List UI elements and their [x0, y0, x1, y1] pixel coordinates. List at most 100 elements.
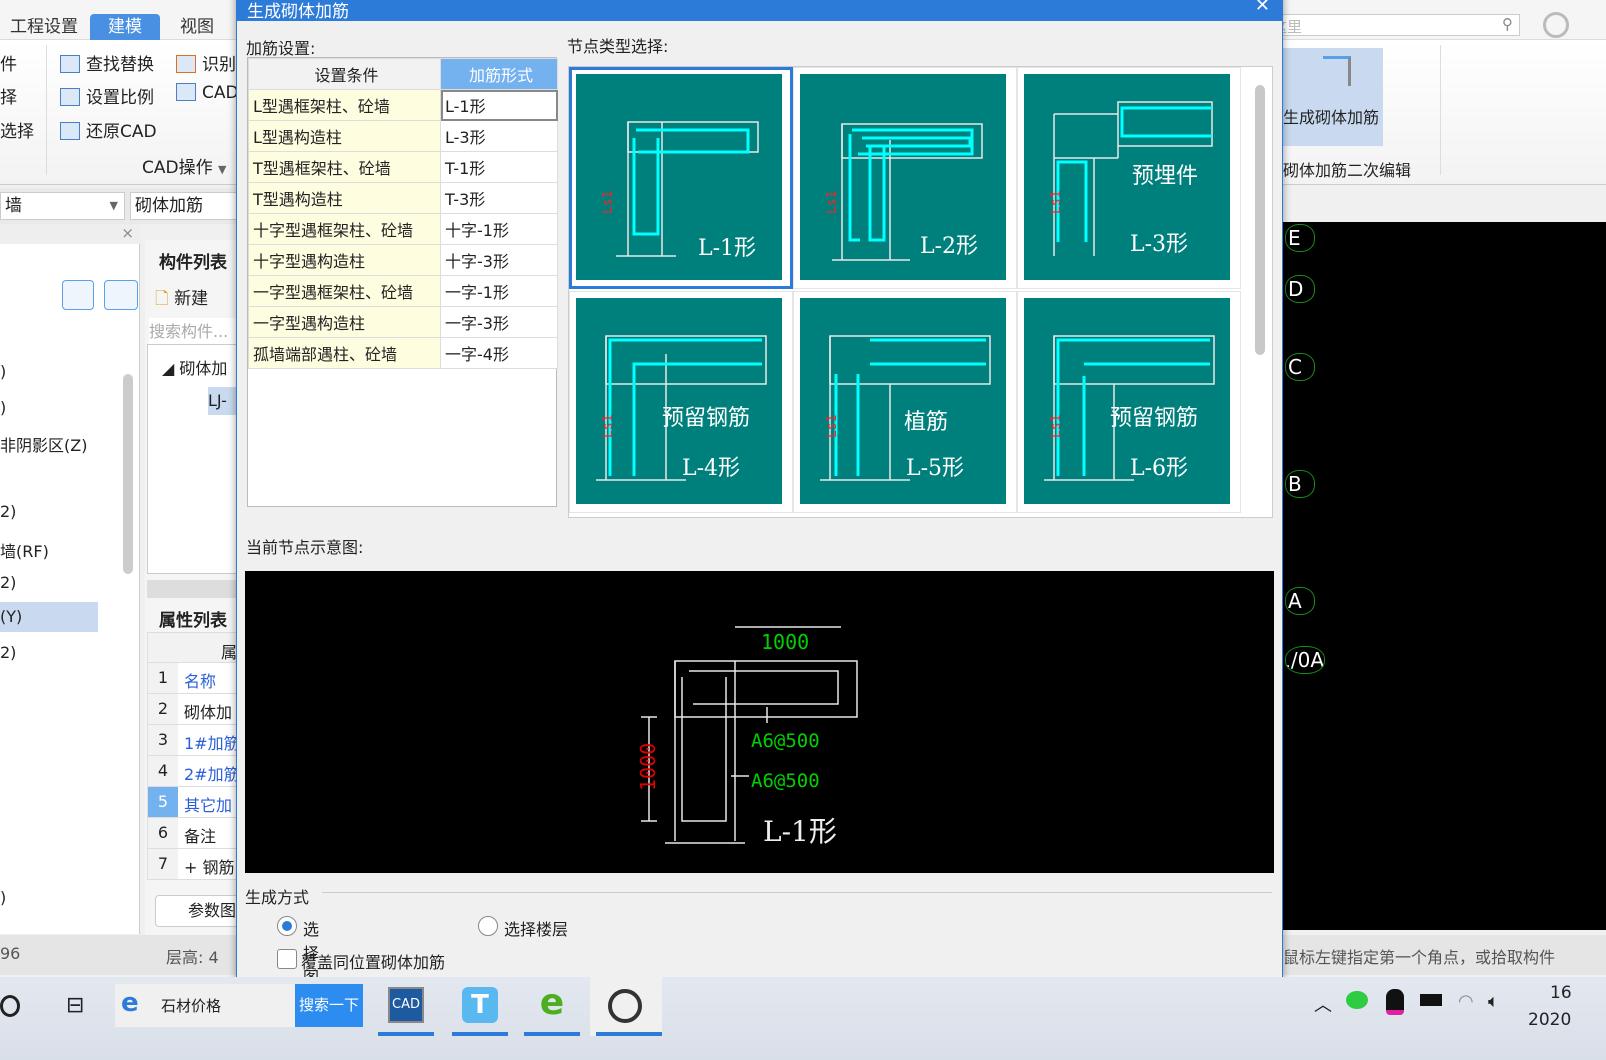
wifi-icon[interactable]: ◠ [1458, 991, 1474, 1012]
expand-icon[interactable]: + [184, 858, 203, 877]
browser-app-icon[interactable]: e [534, 983, 570, 1023]
rebar-form-cell[interactable]: 十字-3形 [440, 244, 558, 276]
search-button[interactable]: 搜索一下 [295, 984, 363, 1027]
layer-item[interactable]: 非阴影区(Z) [0, 432, 87, 456]
find-replace-button[interactable]: 查找替换 [60, 50, 154, 75]
browser-search-box[interactable]: e 石材价格 [115, 984, 295, 1027]
radio-label: 选择楼层 [504, 920, 569, 939]
property-row[interactable]: 2 砌体加 [147, 694, 240, 725]
component-type-select[interactable]: 墙 ▼ [0, 192, 125, 220]
layer-item[interactable]: ) [0, 398, 6, 417]
cad-operations-group[interactable]: CAD操作 ▼ [142, 153, 226, 178]
settings-row[interactable]: 十字型遇构造柱 十字-3形 [248, 244, 558, 276]
condition-cell: 一字型遇框架柱、砼墙 [248, 275, 441, 307]
settings-row[interactable]: 十字型遇框架柱、砼墙 十字-1形 [248, 213, 558, 245]
checkbox[interactable] [277, 949, 297, 969]
layer-item[interactable]: ) [0, 362, 6, 381]
property-row[interactable]: 1 名称 [147, 663, 240, 694]
rebar-form-cell[interactable]: 一字-3形 [440, 306, 558, 338]
rebar-form-cell[interactable]: 一字-4形 [440, 337, 558, 369]
settings-row[interactable]: L型遇构造柱 L-3形 [248, 120, 558, 152]
scrollbar[interactable] [1255, 85, 1265, 355]
task-view-icon[interactable]: ⊟ [66, 993, 84, 1018]
ribbon-item-partial[interactable]: 选择 [0, 117, 34, 142]
chevron-down-icon: ▼ [218, 163, 227, 176]
cad-button[interactable]: CAD [176, 83, 239, 103]
node-option[interactable]: svg line,svg rect,svg path{stroke:#e8e8e… [569, 291, 793, 513]
settings-row[interactable]: T型遇构造柱 T-3形 [248, 182, 558, 214]
search-box[interactable]: 这里 ⚲ [1265, 14, 1520, 36]
settings-row[interactable]: 孤墙端部遇柱、砼墙 一字-4形 [248, 337, 558, 369]
clock-date[interactable]: 2020 [1528, 1010, 1571, 1030]
node-option[interactable]: svg line,svg rect,svg path{stroke:#e8e8e… [1017, 67, 1241, 289]
qq-icon[interactable] [1386, 989, 1404, 1015]
settings-row[interactable]: 一字型遇框架柱、砼墙 一字-1形 [248, 275, 558, 307]
t-app-icon[interactable]: T [462, 987, 498, 1023]
generate-masonry-rebar-button[interactable]: 生成砌体加筋 [1283, 48, 1383, 146]
node-option[interactable]: svg line,svg rect,svg path{stroke:#e8e8e… [793, 67, 1017, 289]
volume-icon[interactable]: 🔈︎ [1488, 991, 1499, 1012]
settings-row[interactable]: T型遇框架柱、砼墙 T-1形 [248, 151, 558, 183]
list-view-icon[interactable] [62, 280, 94, 310]
rebar-form-cell[interactable]: 十字-1形 [440, 213, 558, 245]
drawing-canvas[interactable]: E D C B A 1/0A [1283, 222, 1606, 930]
panel-header: × [0, 224, 140, 244]
tree-root[interactable]: ◢ 砌体加 [162, 355, 227, 379]
radio-button[interactable] [277, 916, 297, 936]
settings-row[interactable]: L型遇框架柱、砼墙 L-1形 [248, 89, 558, 121]
search-icon[interactable]: ⚲ [1502, 15, 1513, 33]
settings-row[interactable]: 一字型遇构造柱 一字-3形 [248, 306, 558, 338]
layer-item[interactable]: 2) [0, 502, 16, 521]
layer-item[interactable]: 墙(RF) [0, 538, 49, 562]
close-icon[interactable]: ✕ [1255, 0, 1270, 16]
chevron-up-icon[interactable]: ︿ [1314, 991, 1332, 1017]
rebar-form-cell[interactable]: T-1形 [440, 151, 558, 183]
parameter-diagram-button[interactable]: 参数图 [155, 895, 240, 927]
tab-project-settings[interactable]: 工程设置 [0, 14, 88, 40]
ribbon-item-partial[interactable]: 件 [0, 50, 17, 75]
battery-icon[interactable] [1420, 994, 1442, 1006]
radio-button[interactable] [478, 916, 498, 936]
detail-view-icon[interactable] [104, 280, 138, 310]
cad-app-icon[interactable]: CAD [388, 987, 424, 1023]
property-row[interactable]: 5 其它加 [147, 787, 240, 818]
axis-bubble: D [1285, 275, 1315, 303]
node-option[interactable]: svg line,svg rect,svg path{stroke:#e8e8e… [793, 291, 1017, 513]
identify-button[interactable]: 识别 [176, 50, 236, 75]
property-row[interactable]: 3 1#加筋 [147, 725, 240, 756]
column-header-condition: 设置条件 [248, 58, 441, 90]
clock-time[interactable]: 16 [1550, 983, 1572, 1003]
rebar-form-cell[interactable]: 一字-1形 [440, 275, 558, 307]
component-subtype-select[interactable]: 砌体加筋 [130, 192, 240, 220]
node-option[interactable]: svg line,svg rect,svg path{stroke:#e8e8e… [569, 67, 793, 289]
axis-bubble: E [1285, 224, 1315, 252]
rebar-form-cell[interactable]: L-1形 [440, 89, 558, 121]
tab-view[interactable]: 视图 [170, 14, 224, 40]
axis-bubble: B [1285, 470, 1315, 498]
layer-item[interactable]: 2) [0, 573, 16, 592]
layer-item[interactable]: 2) [0, 643, 16, 662]
set-scale-button[interactable]: 设置比例 [60, 83, 154, 108]
avatar-icon[interactable] [1543, 12, 1569, 38]
masonry-rebar-edit-group[interactable]: 砌体加筋二次编辑 [1283, 157, 1411, 181]
component-search-input[interactable]: 搜索构件... [149, 318, 240, 344]
new-button[interactable]: 🗋 新建 [155, 284, 208, 315]
property-row[interactable]: 4 2#加筋 [147, 756, 240, 787]
tab-modeling[interactable]: 建模 [90, 14, 160, 40]
layer-item[interactable]: ) [0, 888, 6, 907]
photos-app-button[interactable] [590, 977, 662, 1036]
wechat-icon[interactable] [1346, 991, 1368, 1009]
rebar-form-cell[interactable]: L-3形 [440, 120, 558, 152]
scrollbar[interactable] [123, 374, 133, 574]
ribbon-item-partial[interactable]: 择 [0, 83, 17, 108]
property-header: 属 [147, 632, 240, 663]
layer-item-selected[interactable]: (Y) [0, 602, 98, 632]
property-row[interactable]: 6 备注 [147, 818, 240, 849]
close-icon[interactable]: × [121, 224, 134, 242]
property-row[interactable]: 7 + 钢筋 [147, 849, 240, 880]
rebar-form-cell[interactable]: T-3形 [440, 182, 558, 214]
cortana-icon[interactable] [0, 995, 20, 1017]
restore-cad-button[interactable]: 还原CAD [60, 117, 157, 142]
node-option[interactable]: svg line,svg rect,svg path{stroke:#e8e8e… [1017, 291, 1241, 513]
row-number: 2 [148, 694, 178, 724]
